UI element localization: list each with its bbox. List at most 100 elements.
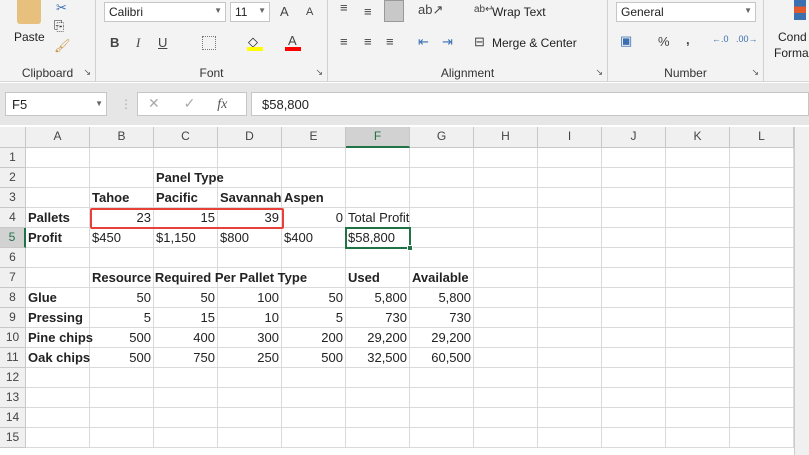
cell-C9[interactable]: 15	[154, 308, 218, 328]
cell-L6[interactable]	[730, 248, 794, 268]
row-header-5[interactable]: 5	[0, 228, 26, 248]
row-header-10[interactable]: 10	[0, 328, 26, 348]
cell-F7[interactable]: Used	[346, 268, 410, 288]
cell-K7[interactable]	[666, 268, 730, 288]
cell-D14[interactable]	[218, 408, 282, 428]
cut-icon[interactable]: ✂	[56, 0, 67, 16]
row-header-3[interactable]: 3	[0, 188, 26, 208]
cell-F4[interactable]: Total Profit	[346, 208, 410, 228]
cell-H1[interactable]	[474, 148, 538, 168]
cell-J9[interactable]	[602, 308, 666, 328]
cell-L8[interactable]	[730, 288, 794, 308]
cell-J6[interactable]	[602, 248, 666, 268]
cell-J2[interactable]	[602, 168, 666, 188]
row-header-2[interactable]: 2	[0, 168, 26, 188]
cell-G6[interactable]	[410, 248, 474, 268]
decrease-indent-icon[interactable]: ⇤	[418, 34, 429, 50]
cell-L2[interactable]	[730, 168, 794, 188]
cell-G10[interactable]: 29,200	[410, 328, 474, 348]
row-header-1[interactable]: 1	[0, 148, 26, 168]
cell-A6[interactable]	[26, 248, 90, 268]
cell-A9[interactable]: Pressing	[26, 308, 90, 328]
cell-F10[interactable]: 29,200	[346, 328, 410, 348]
cell-C6[interactable]	[154, 248, 218, 268]
cell-I14[interactable]	[538, 408, 602, 428]
increase-decimal-icon[interactable]: ←.0	[712, 34, 729, 44]
cell-C8[interactable]: 50	[154, 288, 218, 308]
cell-L3[interactable]	[730, 188, 794, 208]
align-center-icon[interactable]: ≡	[364, 34, 372, 49]
column-header-A[interactable]: A	[26, 127, 90, 148]
cell-E1[interactable]	[282, 148, 346, 168]
cell-K1[interactable]	[666, 148, 730, 168]
column-header-G[interactable]: G	[410, 127, 474, 148]
row-header-14[interactable]: 14	[0, 408, 26, 428]
number-format-select[interactable]: General ▼	[616, 2, 756, 22]
cell-J13[interactable]	[602, 388, 666, 408]
cell-C13[interactable]	[154, 388, 218, 408]
cell-E5[interactable]: $400	[282, 228, 346, 248]
cell-K5[interactable]	[666, 228, 730, 248]
cell-D10[interactable]: 300	[218, 328, 282, 348]
cell-G13[interactable]	[410, 388, 474, 408]
column-header-J[interactable]: J	[602, 127, 666, 148]
cell-C5[interactable]: $1,150	[154, 228, 218, 248]
underline-button[interactable]: U	[158, 35, 167, 50]
cell-J1[interactable]	[602, 148, 666, 168]
cell-D3[interactable]: Savannah	[218, 188, 282, 208]
cell-E11[interactable]: 500	[282, 348, 346, 368]
cell-B9[interactable]: 5	[90, 308, 154, 328]
cell-C10[interactable]: 400	[154, 328, 218, 348]
cell-G4[interactable]	[410, 208, 474, 228]
cell-A15[interactable]	[26, 428, 90, 448]
cell-I1[interactable]	[538, 148, 602, 168]
accounting-format-icon[interactable]: ▣	[620, 33, 632, 49]
cell-G3[interactable]	[410, 188, 474, 208]
cell-D1[interactable]	[218, 148, 282, 168]
cell-K9[interactable]	[666, 308, 730, 328]
column-header-C[interactable]: C	[154, 127, 218, 148]
cell-K2[interactable]	[666, 168, 730, 188]
cell-H14[interactable]	[474, 408, 538, 428]
cell-J4[interactable]	[602, 208, 666, 228]
vertical-scrollbar[interactable]	[794, 127, 809, 455]
cell-E13[interactable]	[282, 388, 346, 408]
cell-I8[interactable]	[538, 288, 602, 308]
increase-indent-icon[interactable]: ⇥	[442, 34, 453, 50]
cell-H5[interactable]	[474, 228, 538, 248]
cell-G7[interactable]: Available	[410, 268, 474, 288]
cell-G1[interactable]	[410, 148, 474, 168]
fill-handle[interactable]	[407, 245, 413, 251]
name-box[interactable]: F5 ▼	[5, 92, 107, 116]
cell-A4[interactable]: Pallets	[26, 208, 90, 228]
cell-E3[interactable]: Aspen	[282, 188, 346, 208]
cell-I7[interactable]	[538, 268, 602, 288]
dialog-launcher-icon[interactable]: ↘	[751, 67, 759, 78]
cell-A2[interactable]	[26, 168, 90, 188]
cell-K3[interactable]	[666, 188, 730, 208]
cell-B1[interactable]	[90, 148, 154, 168]
cell-I3[interactable]	[538, 188, 602, 208]
cell-L5[interactable]	[730, 228, 794, 248]
cell-K11[interactable]	[666, 348, 730, 368]
cell-J5[interactable]	[602, 228, 666, 248]
cell-A11[interactable]: Oak chips	[26, 348, 90, 368]
cell-F11[interactable]: 32,500	[346, 348, 410, 368]
paste-icon[interactable]	[17, 0, 41, 24]
cell-D5[interactable]: $800	[218, 228, 282, 248]
cell-L13[interactable]	[730, 388, 794, 408]
cell-K6[interactable]	[666, 248, 730, 268]
row-header-11[interactable]: 11	[0, 348, 26, 368]
cell-E8[interactable]: 50	[282, 288, 346, 308]
cell-D12[interactable]	[218, 368, 282, 388]
bold-button[interactable]: B	[110, 35, 119, 50]
cell-L1[interactable]	[730, 148, 794, 168]
cell-F2[interactable]	[346, 168, 410, 188]
cell-I6[interactable]	[538, 248, 602, 268]
cell-K12[interactable]	[666, 368, 730, 388]
percent-button[interactable]: %	[658, 34, 670, 49]
cell-B10[interactable]: 500	[90, 328, 154, 348]
cell-D6[interactable]	[218, 248, 282, 268]
cell-D15[interactable]	[218, 428, 282, 448]
cell-E4[interactable]: 0	[282, 208, 346, 228]
